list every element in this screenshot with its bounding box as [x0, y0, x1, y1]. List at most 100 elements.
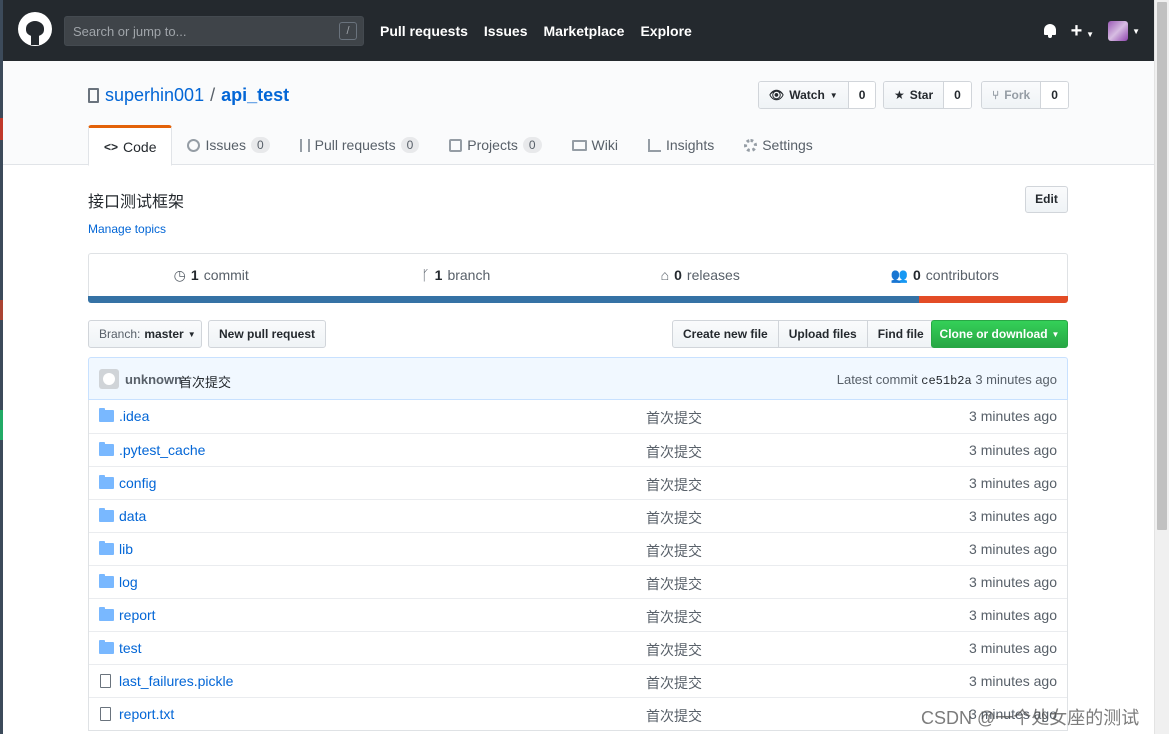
language-segment [88, 296, 920, 303]
top-nav: Pull requests Issues Marketplace Explore [380, 23, 692, 39]
star-count[interactable]: 0 [944, 82, 971, 108]
repo-name-link[interactable]: api_test [221, 85, 289, 106]
commits-link[interactable]: ◷ 1 commit [89, 254, 334, 296]
file-commit-message[interactable]: 首次提交 [646, 640, 702, 660]
file-commit-message[interactable]: 首次提交 [646, 607, 702, 627]
file-age: 3 minutes ago [969, 607, 1057, 623]
folder-icon [99, 574, 114, 588]
manage-topics-link[interactable]: Manage topics [88, 222, 166, 236]
watch-button[interactable]: 👁 Watch ▼ [759, 82, 849, 108]
file-list: .idea 首次提交 3 minutes ago .pytest_cache 首次提交 3… [88, 400, 1068, 731]
file-name-link[interactable]: last_failures.pickle [119, 673, 233, 689]
tab-issues[interactable]: Issues 0 [172, 125, 284, 165]
file-name-link[interactable]: config [119, 475, 156, 491]
branches-link[interactable]: ᚴ 1 branch [334, 254, 579, 296]
fork-icon: ⑂ [992, 88, 1000, 102]
file-commit-message[interactable]: 首次提交 [646, 408, 702, 428]
file-name-link[interactable]: report [119, 607, 156, 623]
file-row: .idea 首次提交 3 minutes ago [89, 400, 1067, 433]
clone-or-download-button[interactable]: Clone or download ▼ [931, 320, 1068, 348]
fork-button[interactable]: ⑂ Fork [982, 82, 1042, 108]
file-name-link[interactable]: log [119, 574, 138, 590]
contributors-count: 0 [912, 267, 921, 283]
file-commit-message[interactable]: 首次提交 [646, 574, 702, 594]
file-commit-message[interactable]: 首次提交 [646, 442, 702, 462]
repo-icon [88, 88, 99, 103]
file-row: config 首次提交 3 minutes ago [89, 466, 1067, 499]
file-commit-message[interactable]: 首次提交 [646, 475, 702, 495]
star-button[interactable]: ★ Star [884, 82, 945, 108]
star-icon: ★ [894, 88, 905, 102]
file-commit-message[interactable]: 首次提交 [646, 673, 702, 693]
edit-description-button[interactable]: Edit [1025, 186, 1068, 213]
releases-link[interactable]: ⌂ 0 releases [578, 254, 823, 296]
releases-count: 0 [674, 267, 682, 283]
create-new-file-button[interactable]: Create new file [672, 320, 779, 348]
file-name-link[interactable]: data [119, 508, 146, 524]
file-row: last_failures.pickle 首次提交 3 minutes ago [89, 664, 1067, 697]
tab-label: Settings [762, 137, 813, 153]
nav-marketplace[interactable]: Marketplace [544, 23, 625, 39]
fork-label: Fork [1004, 88, 1031, 102]
path-separator: / [210, 85, 216, 105]
folder-icon [99, 640, 114, 654]
find-file-button[interactable]: Find file [866, 320, 935, 348]
new-pull-request-button[interactable]: New pull request [208, 320, 327, 348]
file-age: 3 minutes ago [969, 541, 1057, 557]
file-commit-message[interactable]: 首次提交 [646, 541, 702, 561]
file-commit-message[interactable]: 首次提交 [646, 706, 702, 726]
gear-icon [744, 138, 758, 152]
contributors-label: contributors [925, 267, 999, 283]
scrollbar[interactable] [1154, 0, 1169, 734]
tab-projects[interactable]: Projects 0 [434, 125, 556, 165]
file-row: data 首次提交 3 minutes ago [89, 499, 1067, 532]
tab-wiki[interactable]: Wiki [557, 125, 633, 165]
contributors-link[interactable]: 👥 0 contributors [823, 254, 1068, 296]
file-row: lib 首次提交 3 minutes ago [89, 532, 1067, 565]
file-commit-message[interactable]: 首次提交 [646, 508, 702, 528]
nav-issues[interactable]: Issues [484, 23, 528, 39]
file-age: 3 minutes ago [969, 673, 1057, 689]
people-icon: 👥 [890, 266, 908, 283]
avatar [1108, 21, 1129, 41]
github-logo-icon[interactable] [18, 12, 52, 46]
language-bar[interactable] [88, 296, 1068, 303]
nav-explore[interactable]: Explore [640, 23, 691, 39]
tab-label: Code [123, 138, 157, 155]
file-name-link[interactable]: .pytest_cache [119, 442, 205, 458]
branches-label: branch [447, 267, 491, 283]
nav-pull-requests[interactable]: Pull requests [380, 23, 468, 39]
scrollbar-thumb[interactable] [1157, 2, 1167, 530]
file-name-link[interactable]: report.txt [119, 706, 174, 722]
search-input[interactable]: Search or jump to... / [64, 16, 364, 46]
tab-counter: 0 [250, 137, 270, 153]
tab-label: Wiki [591, 137, 618, 153]
avatar [99, 369, 119, 389]
tab-settings[interactable]: Settings [729, 125, 828, 165]
file-name-link[interactable]: .idea [119, 408, 149, 424]
file-name-link[interactable]: test [119, 640, 142, 656]
user-menu[interactable]: ▼ [1108, 21, 1140, 41]
upload-files-button[interactable]: Upload files [777, 320, 868, 348]
bell-icon[interactable] [1043, 24, 1057, 38]
file-name-link[interactable]: lib [119, 541, 133, 557]
create-new-menu[interactable]: + ▼ [1071, 21, 1095, 41]
commit-author[interactable]: unknown [125, 372, 182, 387]
folder-icon [99, 475, 114, 489]
tab-pull-requests[interactable]: Pull requests 0 [285, 125, 435, 165]
repo-header: superhin001 / api_test 👁 Watch ▼ 0 ★ Star 0… [3, 61, 1154, 166]
repo-owner-link[interactable]: superhin001 [105, 85, 204, 106]
tab-insights[interactable]: Insights [633, 125, 729, 165]
fork-count[interactable]: 0 [1041, 82, 1068, 108]
file-icon [100, 707, 111, 721]
commit-message[interactable]: 首次提交 [179, 372, 231, 391]
tab-code[interactable]: <> Code [88, 125, 173, 166]
commit-sha-link[interactable]: ce51b2a [921, 374, 971, 388]
folder-icon [99, 508, 114, 522]
branch-select-button[interactable]: Branch: master ▼ [88, 320, 202, 348]
folder-icon [99, 408, 114, 422]
watch-count[interactable]: 0 [848, 82, 876, 108]
folder-icon [99, 442, 114, 456]
file-age: 3 minutes ago [969, 442, 1057, 458]
file-age: 3 minutes ago [969, 408, 1057, 424]
